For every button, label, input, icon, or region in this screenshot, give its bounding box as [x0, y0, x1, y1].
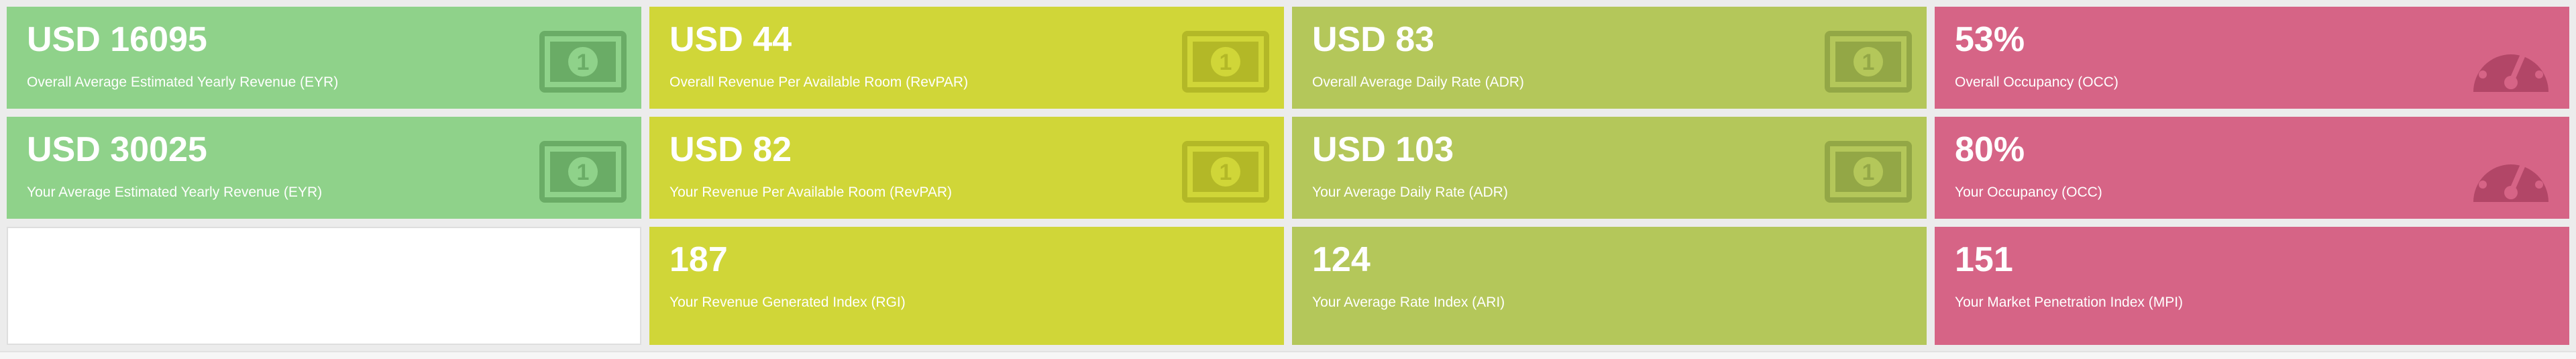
kpi-card-empty: [7, 227, 641, 345]
kpi-value: 187: [669, 240, 728, 279]
kpi-label: Your Revenue Per Available Room (RevPAR): [669, 185, 952, 200]
kpi-value: USD 103: [1312, 130, 1454, 169]
kpi-value: 124: [1312, 240, 1371, 279]
kpi-value: 53%: [1955, 20, 2025, 59]
bottom-panel-edge: [0, 351, 2576, 359]
kpi-value: USD 83: [1312, 20, 1435, 59]
kpi-label: Overall Occupancy (OCC): [1955, 74, 2118, 90]
kpi-card-rgi: 187 Your Revenue Generated Index (RGI): [649, 227, 1284, 345]
kpi-value: USD 16095: [27, 20, 207, 59]
kpi-dashboard: USD 16095 Overall Average Estimated Year…: [0, 0, 2576, 359]
money-bill-icon: 1: [539, 132, 627, 212]
kpi-label: Your Market Penetration Index (MPI): [1955, 295, 2184, 310]
kpi-card-overall-occ: 53% Overall Occupancy (OCC): [1935, 7, 2569, 109]
kpi-value: 80%: [1955, 130, 2025, 169]
kpi-card-your-adr: USD 103 Your Average Daily Rate (ADR) 1: [1292, 117, 1927, 219]
kpi-label: Your Occupancy (OCC): [1955, 185, 2102, 200]
kpi-card-your-eyr: USD 30025 Your Average Estimated Yearly …: [7, 117, 641, 219]
speedometer-icon: [2467, 21, 2555, 102]
kpi-label: Overall Revenue Per Available Room (RevP…: [669, 74, 969, 90]
kpi-card-overall-adr: USD 83 Overall Average Daily Rate (ADR) …: [1292, 7, 1927, 109]
kpi-value: USD 82: [669, 130, 792, 169]
svg-text:1: 1: [1220, 50, 1232, 75]
svg-text:1: 1: [1220, 160, 1232, 185]
speedometer-icon: [2467, 132, 2555, 212]
svg-text:1: 1: [1862, 50, 1875, 75]
kpi-value: USD 44: [669, 20, 792, 59]
kpi-label: Your Average Estimated Yearly Revenue (E…: [27, 185, 323, 200]
kpi-card-ari: 124 Your Average Rate Index (ARI): [1292, 227, 1927, 345]
money-bill-icon: 1: [1182, 132, 1269, 212]
svg-text:1: 1: [577, 50, 590, 75]
kpi-label: Overall Average Estimated Yearly Revenue…: [27, 74, 339, 90]
kpi-label: Your Average Daily Rate (ADR): [1312, 185, 1508, 200]
svg-text:1: 1: [577, 160, 590, 185]
kpi-value: 151: [1955, 240, 2013, 279]
kpi-card-your-occ: 80% Your Occupancy (OCC): [1935, 117, 2569, 219]
money-bill-icon: 1: [539, 21, 627, 102]
kpi-card-overall-eyr: USD 16095 Overall Average Estimated Year…: [7, 7, 641, 109]
money-bill-icon: 1: [1825, 21, 1912, 102]
kpi-card-overall-revpar: USD 44 Overall Revenue Per Available Roo…: [649, 7, 1284, 109]
money-bill-icon: 1: [1825, 132, 1912, 212]
kpi-label: Your Average Rate Index (ARI): [1312, 295, 1505, 310]
kpi-card-mpi: 151 Your Market Penetration Index (MPI): [1935, 227, 2569, 345]
kpi-label: Overall Average Daily Rate (ADR): [1312, 74, 1524, 90]
money-bill-icon: 1: [1182, 21, 1269, 102]
kpi-card-your-revpar: USD 82 Your Revenue Per Available Room (…: [649, 117, 1284, 219]
kpi-label: Your Revenue Generated Index (RGI): [669, 295, 906, 310]
kpi-value: USD 30025: [27, 130, 207, 169]
svg-text:1: 1: [1862, 160, 1875, 185]
